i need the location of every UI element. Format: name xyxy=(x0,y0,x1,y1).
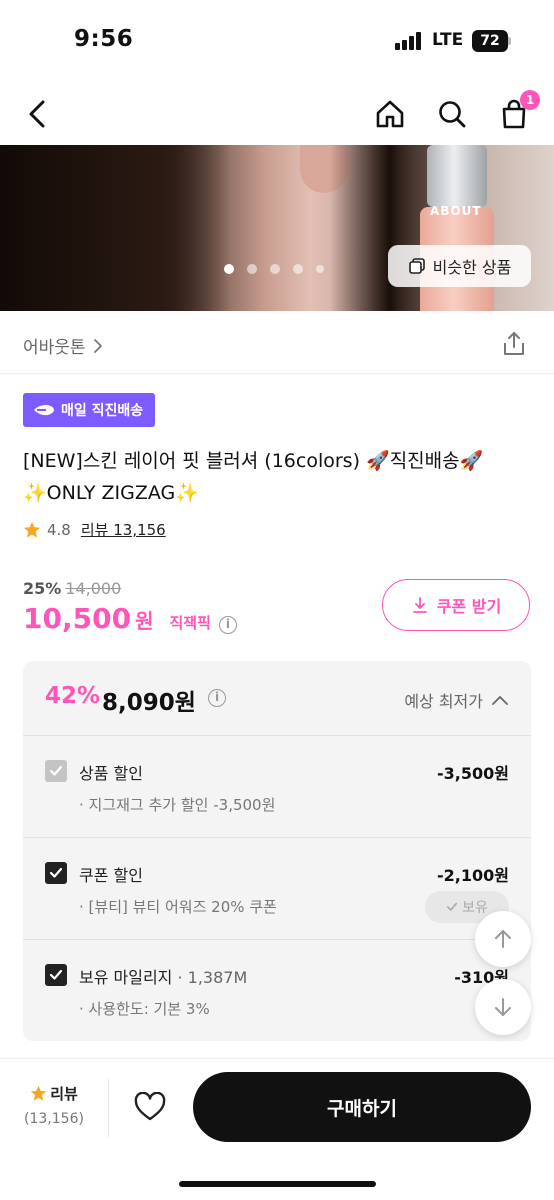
carousel-dot[interactable] xyxy=(270,264,280,274)
lowest-price-toggle[interactable]: 예상 최저가 xyxy=(404,688,509,712)
get-coupon-button[interactable]: 쿠폰 받기 xyxy=(382,579,530,631)
back-button[interactable] xyxy=(18,94,58,134)
brand-name: 어바웃톤 xyxy=(23,338,86,358)
cart-count-badge: 1 xyxy=(520,90,540,110)
brand-row: 어바웃톤 xyxy=(0,312,554,374)
network-label: LTE xyxy=(432,30,464,50)
mileage-checkbox[interactable] xyxy=(45,964,67,986)
review-link[interactable]: 리뷰 13,156 xyxy=(81,519,166,540)
rating-value: 4.8 xyxy=(47,520,71,539)
delivery-badge-label: 매일 직진배송 xyxy=(61,403,144,419)
star-icon xyxy=(23,521,41,538)
mileage-name: 보유 마일리지 xyxy=(79,968,173,987)
product-discount-checkbox[interactable] xyxy=(45,760,67,782)
chevron-up-icon xyxy=(492,696,508,705)
original-price: 14,000 xyxy=(65,579,122,598)
product-title-line2: ✨ONLY ZIGZAG✨ xyxy=(23,482,199,504)
arrow-down-icon xyxy=(495,998,511,1016)
similar-products-button[interactable]: 비슷한 상품 xyxy=(388,245,531,287)
top-nav: 1 xyxy=(0,84,554,144)
home-button[interactable] xyxy=(370,94,410,134)
discount-item-name: 보유 마일리지 · 1,387M xyxy=(79,964,247,988)
rating-row: 4.8 리뷰 13,156 xyxy=(23,519,166,540)
status-bar: 9:56 LTE 72 xyxy=(0,0,554,84)
product-title-line1: [NEW]스킨 레이어 핏 블러셔 (16colors) 🚀직진배송🚀 xyxy=(23,450,484,472)
discount-item-detail: · 사용한도: 기본 3% xyxy=(79,1000,210,1018)
discount-item-name: 상품 할인 xyxy=(79,764,143,783)
star-icon xyxy=(31,1085,47,1101)
signal-icon xyxy=(395,32,425,50)
image-product-label: ABOUT xyxy=(430,204,482,218)
discount-item-amount: -2,100원 xyxy=(437,866,509,885)
buy-button[interactable]: 구매하기 xyxy=(193,1072,531,1142)
download-icon xyxy=(412,597,427,613)
check-icon xyxy=(49,969,63,980)
mileage-balance: · 1,387M xyxy=(172,968,248,987)
owned-label: 보유 xyxy=(462,900,488,916)
discount-item-detail: · 지그재그 추가 할인 -3,500원 xyxy=(79,796,276,814)
lowest-discount-rate: 42% xyxy=(45,683,101,709)
check-icon xyxy=(49,765,63,776)
discount-item-name: 쿠폰 할인 xyxy=(79,866,143,885)
coupon-discount-checkbox[interactable] xyxy=(45,862,67,884)
review-summary-label: 리뷰 xyxy=(50,1085,78,1103)
share-icon xyxy=(504,332,524,355)
price-unit: 원 xyxy=(135,609,154,633)
carousel-dots xyxy=(224,264,324,274)
original-price-row: 25% 14,000 xyxy=(23,579,121,598)
home-indicator xyxy=(179,1181,376,1187)
discount-rate: 25% xyxy=(23,579,62,598)
carousel-dot[interactable] xyxy=(293,264,303,274)
discount-item: 쿠폰 할인 -2,100원 · [뷰티] 뷰티 어워즈 20% 쿠폰 보유 xyxy=(23,838,531,940)
delivery-badge: 매일 직진배송 xyxy=(23,393,156,427)
scroll-down-button[interactable] xyxy=(475,979,531,1035)
search-button[interactable] xyxy=(432,94,472,134)
review-summary-label-row: 리뷰 xyxy=(20,1083,88,1104)
direct-pick-tag: 직잭픽 xyxy=(169,614,211,632)
carousel-dot[interactable] xyxy=(247,264,257,274)
search-icon xyxy=(439,101,466,128)
divider xyxy=(108,1079,109,1137)
heart-icon xyxy=(134,1092,166,1121)
like-button[interactable] xyxy=(130,1087,170,1127)
carousel-dot[interactable] xyxy=(316,265,324,273)
chevron-left-icon xyxy=(29,100,45,128)
arrow-up-icon xyxy=(495,930,511,948)
review-summary-count: (13,156) xyxy=(24,1111,84,1127)
review-summary[interactable]: 리뷰 (13,156) xyxy=(20,1083,88,1127)
get-coupon-label: 쿠폰 받기 xyxy=(436,597,502,616)
lowest-price-header[interactable]: 42% 8,090원 i 예상 최저가 xyxy=(23,661,531,736)
battery-cap xyxy=(508,37,511,45)
product-title: [NEW]스킨 레이어 핏 블러셔 (16colors) 🚀직진배송🚀 ✨ONL… xyxy=(23,445,523,509)
lowest-price: 8,090원 xyxy=(102,690,196,716)
discount-item: 보유 마일리지 · 1,387M -310원 · 사용한도: 기본 3% xyxy=(23,940,531,1041)
share-button[interactable] xyxy=(500,330,528,358)
bottom-action-bar: 리뷰 (13,156) 구매하기 xyxy=(0,1058,554,1200)
image-hair xyxy=(0,145,230,311)
info-icon[interactable]: i xyxy=(208,689,226,707)
similar-products-label: 비슷한 상품 xyxy=(432,258,512,277)
price-row: 10,500 원 직잭픽 i xyxy=(23,602,237,635)
copy-icon xyxy=(408,258,425,274)
battery-icon: 72 xyxy=(472,30,508,52)
discount-item-detail: · [뷰티] 뷰티 어워즈 20% 쿠폰 xyxy=(79,898,277,916)
rocket-delivery-icon xyxy=(34,404,54,416)
lowest-price-label: 예상 최저가 xyxy=(404,692,483,711)
home-icon xyxy=(376,100,404,128)
chevron-right-icon xyxy=(93,338,102,353)
info-icon[interactable]: i xyxy=(218,616,237,634)
status-time: 9:56 xyxy=(74,26,134,52)
brand-link[interactable]: 어바웃톤 xyxy=(23,333,104,358)
image-tube-cap xyxy=(427,145,487,207)
lowest-price-panel: 42% 8,090원 i 예상 최저가 상품 할인 -3,500원 · 지그재그… xyxy=(23,661,531,1041)
check-icon xyxy=(447,902,458,911)
sale-price: 10,500 xyxy=(23,602,132,635)
discount-item: 상품 할인 -3,500원 · 지그재그 추가 할인 -3,500원 xyxy=(23,736,531,838)
check-icon xyxy=(49,867,63,878)
carousel-dot-active[interactable] xyxy=(224,264,234,274)
discount-item-amount: -3,500원 xyxy=(437,764,509,783)
cart-button[interactable]: 1 xyxy=(494,90,540,134)
scroll-up-button[interactable] xyxy=(475,911,531,967)
